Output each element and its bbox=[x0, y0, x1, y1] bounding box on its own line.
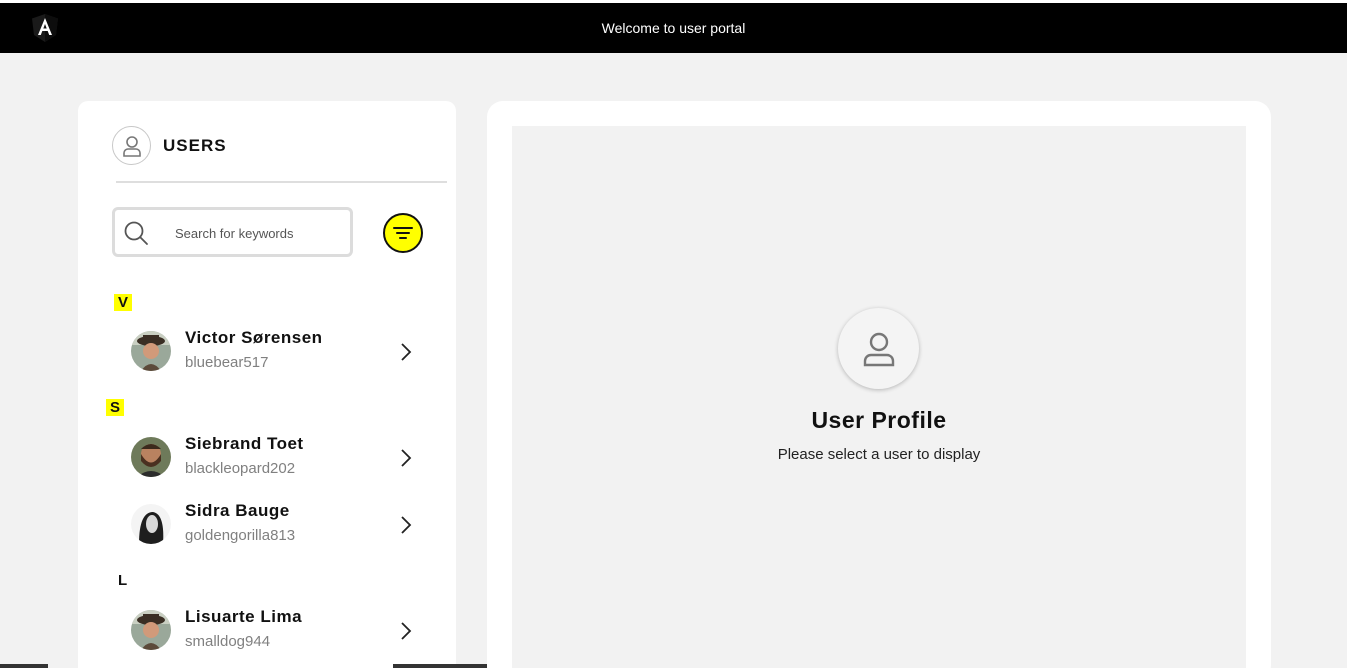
user-name: Victor Sørensen bbox=[185, 328, 323, 347]
profile-title: User Profile bbox=[811, 407, 947, 433]
user-name: Siebrand Toet bbox=[185, 434, 304, 453]
avatar bbox=[131, 610, 171, 650]
chevron-right-icon[interactable] bbox=[398, 620, 414, 642]
user-list-item[interactable]: Victor Sørensen bluebear517 bbox=[128, 328, 428, 384]
search-box[interactable] bbox=[112, 207, 353, 257]
avatar bbox=[131, 331, 171, 371]
user-list-item[interactable]: Siebrand Toet blackleopard202 bbox=[128, 434, 428, 490]
chevron-right-icon[interactable] bbox=[398, 447, 414, 469]
search-input[interactable] bbox=[175, 222, 345, 244]
avatar bbox=[131, 437, 171, 477]
group-letter-s: S bbox=[106, 399, 125, 416]
profile-area: User Profile Please select a user to dis… bbox=[512, 126, 1246, 668]
user-handle: goldengorilla813 bbox=[185, 527, 296, 544]
user-list-item[interactable]: Sidra Bauge goldengorilla813 bbox=[128, 501, 428, 557]
user-icon bbox=[112, 126, 151, 165]
profile-panel: User Profile Please select a user to dis… bbox=[487, 101, 1271, 668]
users-panel-title: USERS bbox=[163, 136, 227, 155]
user-list-item[interactable]: Lisuarte Lima smalldog944 bbox=[128, 607, 428, 663]
filter-icon bbox=[393, 227, 413, 239]
divider bbox=[393, 664, 487, 668]
filter-button[interactable] bbox=[383, 213, 423, 253]
user-handle: bluebear517 bbox=[185, 354, 269, 371]
user-name: Lisuarte Lima bbox=[185, 607, 303, 626]
divider bbox=[0, 664, 48, 668]
search-icon bbox=[124, 221, 148, 245]
user-handle: smalldog944 bbox=[185, 633, 271, 650]
user-icon bbox=[838, 308, 919, 389]
divider bbox=[116, 181, 447, 183]
users-panel: USERS V Victor Sørensen blue bbox=[78, 101, 456, 668]
page-title: Welcome to user portal bbox=[601, 20, 746, 36]
top-navbar: Welcome to user portal bbox=[0, 0, 1347, 53]
chevron-right-icon[interactable] bbox=[398, 341, 414, 363]
group-letter-l: L bbox=[118, 572, 128, 589]
chevron-right-icon[interactable] bbox=[398, 514, 414, 536]
group-letter-v: V bbox=[114, 294, 133, 311]
profile-subtitle: Please select a user to display bbox=[777, 446, 981, 463]
user-handle: blackleopard202 bbox=[185, 460, 296, 477]
avatar bbox=[131, 504, 171, 544]
user-name: Sidra Bauge bbox=[185, 501, 290, 520]
